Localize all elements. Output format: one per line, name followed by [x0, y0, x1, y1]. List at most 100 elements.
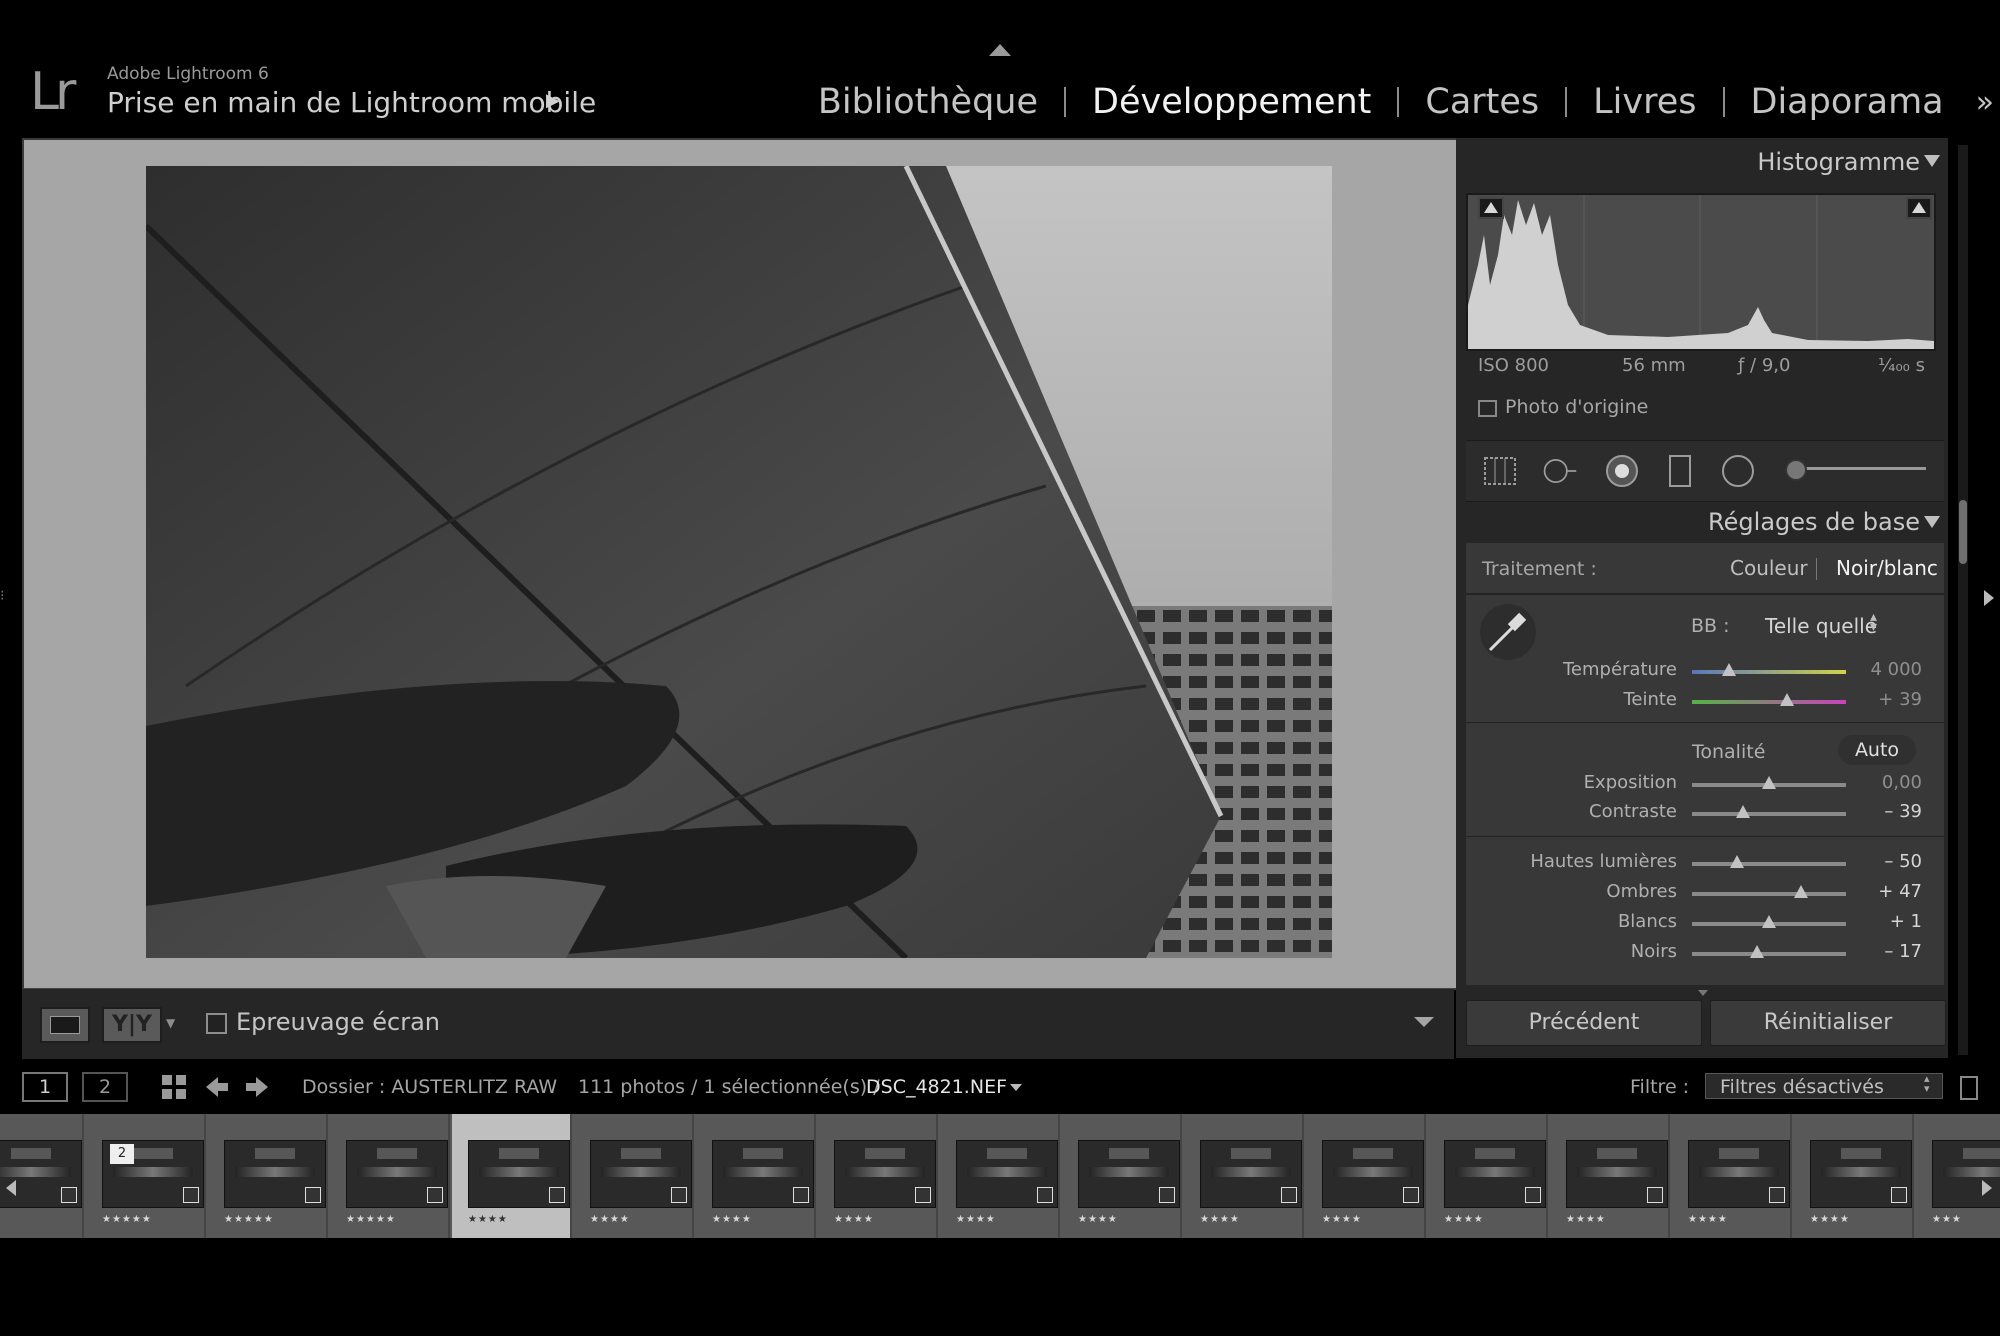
module-book[interactable]: Livres	[1567, 82, 1722, 122]
module-library[interactable]: Bibliothèque	[792, 82, 1064, 122]
filmstrip-thumbnail[interactable]: ★	[0, 1114, 84, 1238]
filmstrip-thumbnail[interactable]: ★★★★	[940, 1114, 1060, 1238]
slider-thumb[interactable]	[1762, 915, 1776, 928]
filmstrip-thumbnail[interactable]: ★★★★★	[330, 1114, 450, 1238]
selected-filename[interactable]: DSC_4821.NEF	[866, 1076, 1007, 1098]
star-rating[interactable]: ★★★★	[1200, 1214, 1240, 1225]
previous-button[interactable]: Précédent	[1466, 1000, 1702, 1046]
main-window-button[interactable]: 1	[22, 1072, 68, 1102]
develop-badge-icon[interactable]	[1281, 1187, 1297, 1203]
filmstrip-thumbnail[interactable]: ★★★★	[1794, 1114, 1914, 1238]
spot-removal-icon[interactable]	[1542, 453, 1578, 489]
white-balance-picker-icon[interactable]	[1478, 602, 1538, 662]
star-rating[interactable]: ★★★★	[1322, 1214, 1362, 1225]
slider-value[interactable]: – 17	[1842, 941, 1922, 962]
auto-tone-button[interactable]: Auto	[1838, 735, 1916, 765]
slider-thumb[interactable]	[1735, 805, 1750, 818]
develop-badge-icon[interactable]	[427, 1187, 443, 1203]
slider-track[interactable]	[1692, 892, 1846, 896]
radial-filter-icon[interactable]	[1720, 453, 1756, 489]
slider-track[interactable]	[1692, 952, 1846, 956]
slider-thumb[interactable]	[1794, 885, 1809, 898]
white-balance-select[interactable]: Telle quelle	[1765, 614, 1877, 638]
filmstrip-thumbnail[interactable]: ★★★★★	[208, 1114, 328, 1238]
histogram[interactable]	[1466, 193, 1936, 351]
basic-panel-title[interactable]: Réglages de base	[1708, 508, 1920, 536]
develop-badge-icon[interactable]	[915, 1187, 931, 1203]
treatment-bw-option[interactable]: Noir/blanc	[1836, 556, 1938, 580]
star-rating[interactable]: ★★★★	[956, 1214, 996, 1225]
chevron-down-icon[interactable]	[1010, 1084, 1022, 1091]
filter-select[interactable]: Filtres désactivés	[1705, 1073, 1943, 1099]
shadow-clipping-toggle-icon[interactable]	[1478, 197, 1504, 219]
develop-badge-icon[interactable]	[793, 1187, 809, 1203]
star-rating[interactable]: ★★★★	[590, 1214, 630, 1225]
star-rating[interactable]: ★★★★	[712, 1214, 752, 1225]
star-rating[interactable]: ★★★★	[1566, 1214, 1606, 1225]
develop-badge-icon[interactable]	[183, 1187, 199, 1203]
slider-track[interactable]	[1692, 862, 1846, 866]
star-rating[interactable]: ★★★★★	[102, 1214, 152, 1225]
catalog-name[interactable]: Prise en main de Lightroom mobile	[107, 86, 596, 119]
develop-badge-icon[interactable]	[1891, 1187, 1907, 1203]
brush-slider-track[interactable]	[1790, 467, 1926, 470]
filter-lock-icon[interactable]	[1960, 1076, 1978, 1100]
crop-overlay-icon[interactable]	[1482, 453, 1518, 489]
star-rating[interactable]: ★★★★	[834, 1214, 874, 1225]
filmstrip-thumbnail[interactable]: ★★★	[1916, 1114, 2000, 1238]
develop-badge-icon[interactable]	[305, 1187, 321, 1203]
module-slideshow[interactable]: Diaporama	[1725, 82, 1970, 122]
slider-value[interactable]: – 50	[1842, 851, 1922, 872]
star-rating[interactable]: ★★★★★	[346, 1214, 396, 1225]
right-panel-toggle-icon[interactable]	[1984, 590, 1994, 606]
reset-button[interactable]: Réinitialiser	[1710, 1000, 1946, 1046]
original-photo-checkbox[interactable]	[1478, 400, 1497, 417]
top-panel-toggle-icon[interactable]	[989, 44, 1011, 56]
develop-badge-icon[interactable]	[671, 1187, 687, 1203]
arrow-left-icon[interactable]	[204, 1074, 230, 1100]
arrow-right-icon[interactable]	[244, 1074, 270, 1100]
filmstrip-scroll-right-icon[interactable]	[1982, 1180, 1992, 1196]
toolbar-menu-icon[interactable]	[1414, 1017, 1434, 1027]
star-rating[interactable]: ★★★★	[468, 1214, 508, 1225]
slider-track[interactable]	[1692, 812, 1846, 816]
module-map[interactable]: Cartes	[1399, 82, 1565, 122]
folder-source[interactable]: Dossier : AUSTERLITZ RAW	[302, 1076, 557, 1098]
brush-slider-knob[interactable]	[1785, 459, 1807, 481]
slider-track[interactable]	[1692, 670, 1846, 674]
before-after-button[interactable]: Y|Y	[102, 1007, 162, 1043]
play-icon[interactable]: ▶	[546, 90, 560, 111]
secondary-window-button[interactable]: 2	[82, 1072, 128, 1102]
soft-proofing-checkbox[interactable]	[206, 1013, 227, 1034]
slider-value[interactable]: 0,00	[1842, 772, 1922, 793]
develop-badge-icon[interactable]	[549, 1187, 565, 1203]
slider-thumb[interactable]	[1780, 693, 1795, 706]
filmstrip-thumbnail[interactable]: ★★★★	[1184, 1114, 1304, 1238]
grid-view-icon[interactable]	[161, 1074, 187, 1100]
histogram-title[interactable]: Histogramme	[1757, 148, 1920, 176]
star-rating[interactable]: ★★★★	[1444, 1214, 1484, 1225]
collapse-icon[interactable]	[1924, 155, 1940, 167]
slider-value[interactable]: – 39	[1842, 801, 1922, 822]
slider-value[interactable]: + 39	[1842, 689, 1922, 710]
filmstrip-thumbnail[interactable]: ★★★★	[1428, 1114, 1548, 1238]
slider-thumb[interactable]	[1721, 663, 1736, 676]
develop-badge-icon[interactable]	[1403, 1187, 1419, 1203]
module-develop[interactable]: Développement	[1066, 82, 1397, 122]
filmstrip-thumbnail[interactable]: ★★★★	[574, 1114, 694, 1238]
treatment-color-option[interactable]: Couleur	[1730, 556, 1808, 580]
slider-thumb[interactable]	[1749, 945, 1764, 958]
slider-value[interactable]: 4 000	[1842, 659, 1922, 680]
develop-badge-icon[interactable]	[1159, 1187, 1175, 1203]
develop-badge-icon[interactable]	[1037, 1187, 1053, 1203]
highlight-clipping-toggle-icon[interactable]	[1906, 197, 1932, 219]
slider-thumb[interactable]	[1762, 776, 1776, 789]
red-eye-icon[interactable]	[1604, 453, 1640, 489]
star-rating[interactable]: ★★★★★	[224, 1214, 274, 1225]
filmstrip-thumbnail[interactable]: ★★★★	[696, 1114, 816, 1238]
stack-count-badge[interactable]: 2	[110, 1144, 134, 1164]
filmstrip-thumbnail[interactable]: 2 ★★★★★	[86, 1114, 206, 1238]
panel-scrollbar-thumb[interactable]	[1959, 500, 1967, 564]
develop-badge-icon[interactable]	[61, 1187, 77, 1203]
star-rating[interactable]: ★★★★	[1688, 1214, 1728, 1225]
